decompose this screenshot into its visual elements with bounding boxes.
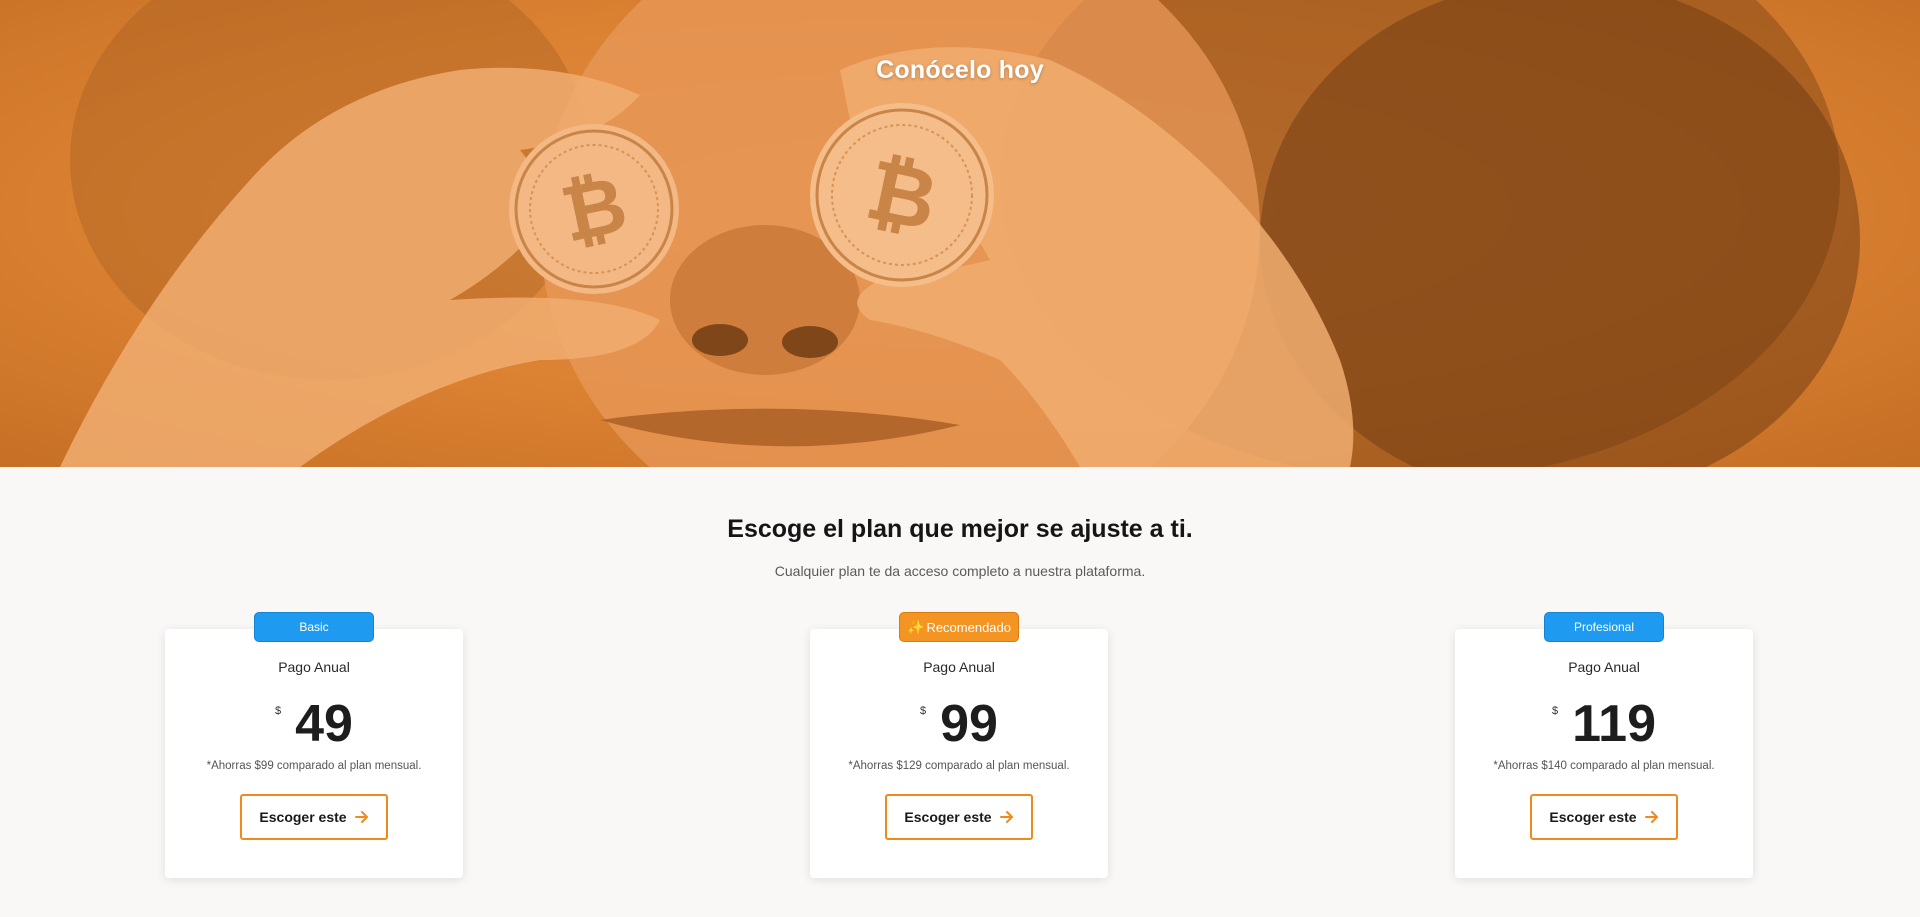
choose-plan-button-basic[interactable]: Escoger este — [240, 794, 388, 840]
price-amount: 99 — [940, 695, 998, 753]
plan-price: $ 99 — [810, 693, 1108, 755]
choose-plan-button-recommended[interactable]: Escoger este — [885, 794, 1033, 840]
plans-subtitle: Cualquier plan te da acceso completo a n… — [774, 563, 1146, 579]
plan-card-professional: Profesional Pago Anual $ 119 *Ahorras $1… — [1455, 612, 1753, 878]
plans-title: Escoge el plan que mejor se ajuste a ti. — [727, 515, 1193, 543]
plan-billing-label: Pago Anual — [278, 659, 350, 675]
plan-badge-label: Recomendado — [926, 619, 1011, 635]
hero-banner: ₿ ₿ Conócelo hoy — [0, 0, 1920, 467]
plan-savings-note: *Ahorras $99 comparado al plan mensual. — [206, 760, 422, 772]
choose-plan-button-professional[interactable]: Escoger este — [1530, 794, 1678, 840]
plan-card-basic: Basic Pago Anual $ 49 *Ahorras $99 compa… — [165, 612, 463, 878]
currency-symbol: $ — [920, 705, 927, 717]
choose-button-label: Escoger este — [904, 809, 992, 825]
hero-title: Conócelo hoy — [876, 56, 1044, 84]
plan-badge-professional: Profesional — [1544, 612, 1664, 642]
currency-symbol: $ — [275, 705, 282, 717]
arrow-right-icon — [999, 810, 1014, 824]
arrow-right-icon — [354, 810, 369, 824]
plan-billing-label: Pago Anual — [923, 659, 995, 675]
plan-price: $ 49 — [165, 693, 463, 755]
plan-savings-note: *Ahorras $129 comparado al plan mensual. — [848, 760, 1070, 772]
choose-button-label: Escoger este — [1549, 809, 1637, 825]
plan-billing-label: Pago Anual — [1568, 659, 1640, 675]
plan-card-recommended: ✨ Recomendado Pago Anual $ 99 *Ahorras $… — [810, 612, 1108, 878]
arrow-right-icon — [1644, 810, 1659, 824]
plan-badge-basic: Basic — [254, 612, 374, 642]
plan-badge-label: Basic — [299, 620, 329, 634]
choose-button-label: Escoger este — [259, 809, 347, 825]
plan-badge-recommended: ✨ Recomendado — [899, 612, 1019, 642]
price-amount: 119 — [1572, 695, 1656, 753]
price-amount: 49 — [295, 695, 353, 753]
plan-price: $ 119 — [1455, 693, 1753, 755]
plan-savings-note: *Ahorras $140 comparado al plan mensual. — [1493, 760, 1715, 772]
sparkle-icon: ✨ — [907, 618, 925, 635]
plan-badge-label: Profesional — [1573, 620, 1635, 634]
currency-symbol: $ — [1551, 705, 1559, 717]
